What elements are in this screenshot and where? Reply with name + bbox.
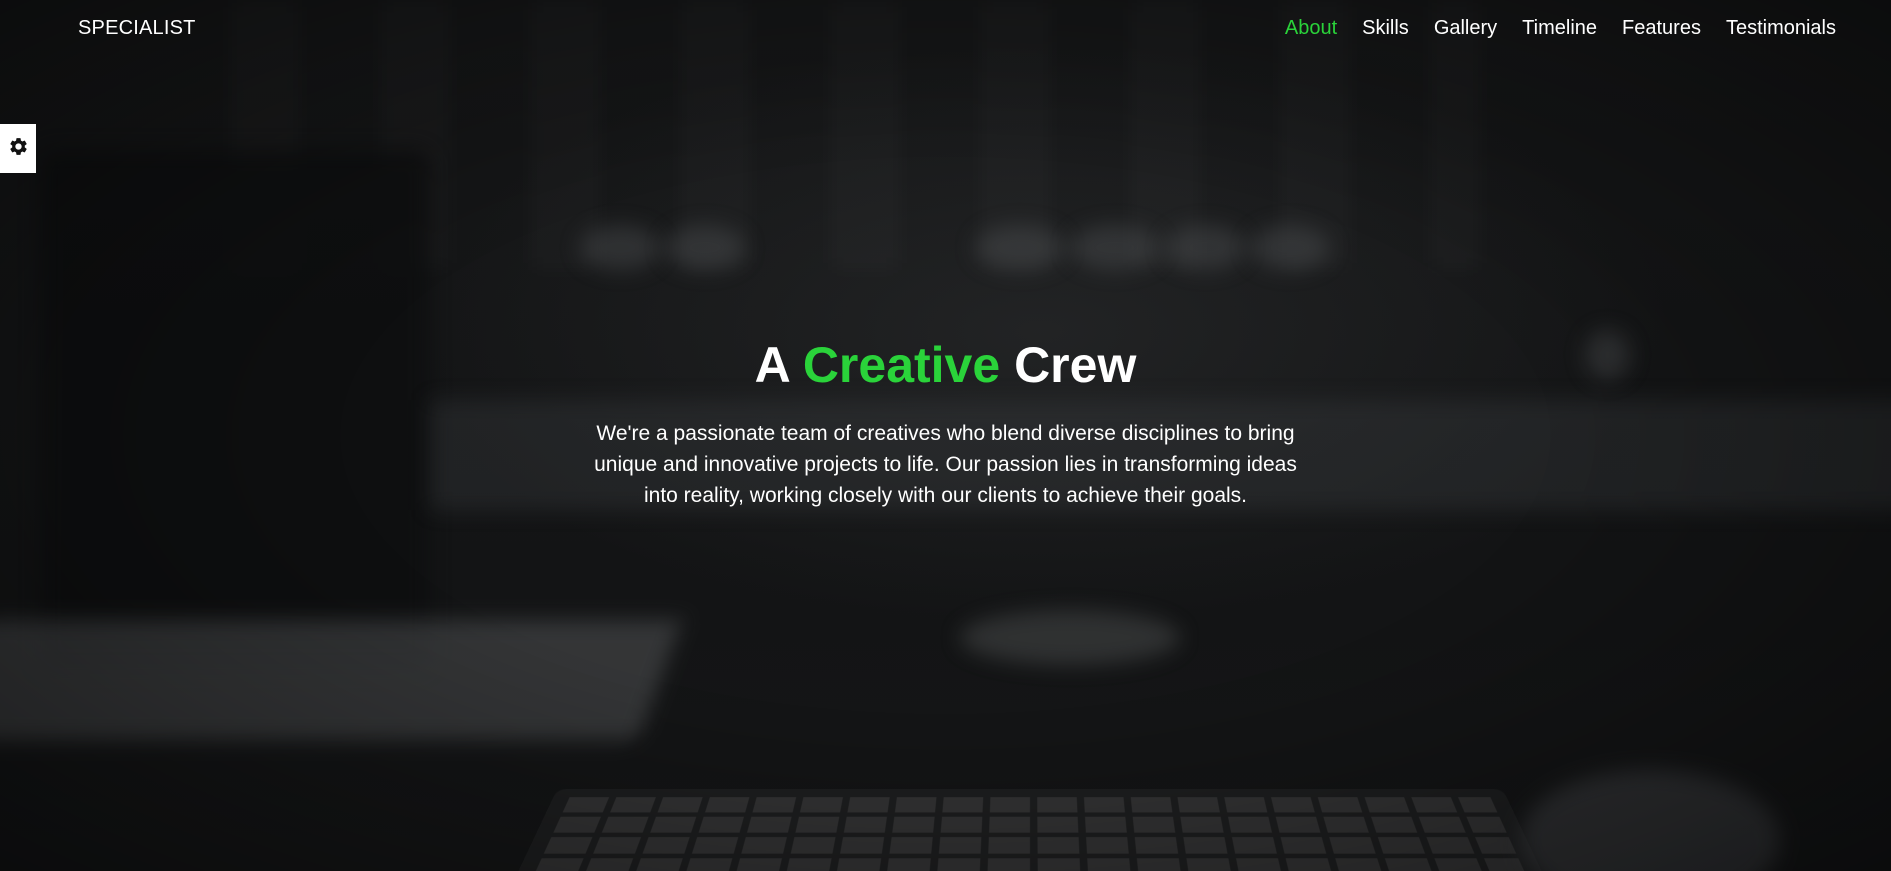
nav-menu: About Skills Gallery Timeline Features T… xyxy=(1285,17,1836,40)
hero-title-highlight: Creative xyxy=(802,337,1001,393)
background-object xyxy=(1250,225,1330,270)
settings-toggle-button[interactable] xyxy=(0,124,36,173)
nav-item-gallery: Gallery xyxy=(1434,17,1497,40)
hero-description: We're a passionate team of creatives who… xyxy=(594,422,1297,507)
background-object xyxy=(665,225,745,270)
nav-item-about: About xyxy=(1285,17,1337,40)
nav-item-skills: Skills xyxy=(1362,17,1409,40)
brand-logo[interactable]: SPECIALIST xyxy=(78,17,196,40)
landing-page: SPECIALIST About Skills Gallery Timeline… xyxy=(0,0,1891,871)
nav-link-about[interactable]: About xyxy=(1285,17,1337,39)
hero-title: A Creative Crew xyxy=(0,330,1891,400)
top-navbar: SPECIALIST About Skills Gallery Timeline… xyxy=(0,0,1891,58)
nav-link-skills[interactable]: Skills xyxy=(1362,17,1409,39)
nav-link-testimonials[interactable]: Testimonials xyxy=(1726,17,1836,39)
nav-item-testimonials: Testimonials xyxy=(1726,17,1836,40)
nav-link-features[interactable]: Features xyxy=(1622,17,1701,39)
background-laptop xyxy=(0,620,682,740)
hero-title-suffix: Crew xyxy=(1014,337,1137,393)
background-object xyxy=(580,225,660,270)
background-mouse xyxy=(1520,770,1780,871)
nav-link-timeline[interactable]: Timeline xyxy=(1522,17,1597,39)
nav-item-timeline: Timeline xyxy=(1522,17,1597,40)
background-object xyxy=(975,225,1065,270)
gear-icon xyxy=(8,136,29,162)
hero-title-prefix: A xyxy=(754,337,789,393)
background-object xyxy=(1070,225,1160,270)
background-keyboard xyxy=(500,788,1560,871)
background-cup xyxy=(960,610,1180,665)
background-object xyxy=(1165,225,1245,270)
nav-item-features: Features xyxy=(1622,17,1701,40)
hero-section: A Creative Crew We're a passionate team … xyxy=(0,330,1891,511)
nav-link-gallery[interactable]: Gallery xyxy=(1434,17,1497,39)
